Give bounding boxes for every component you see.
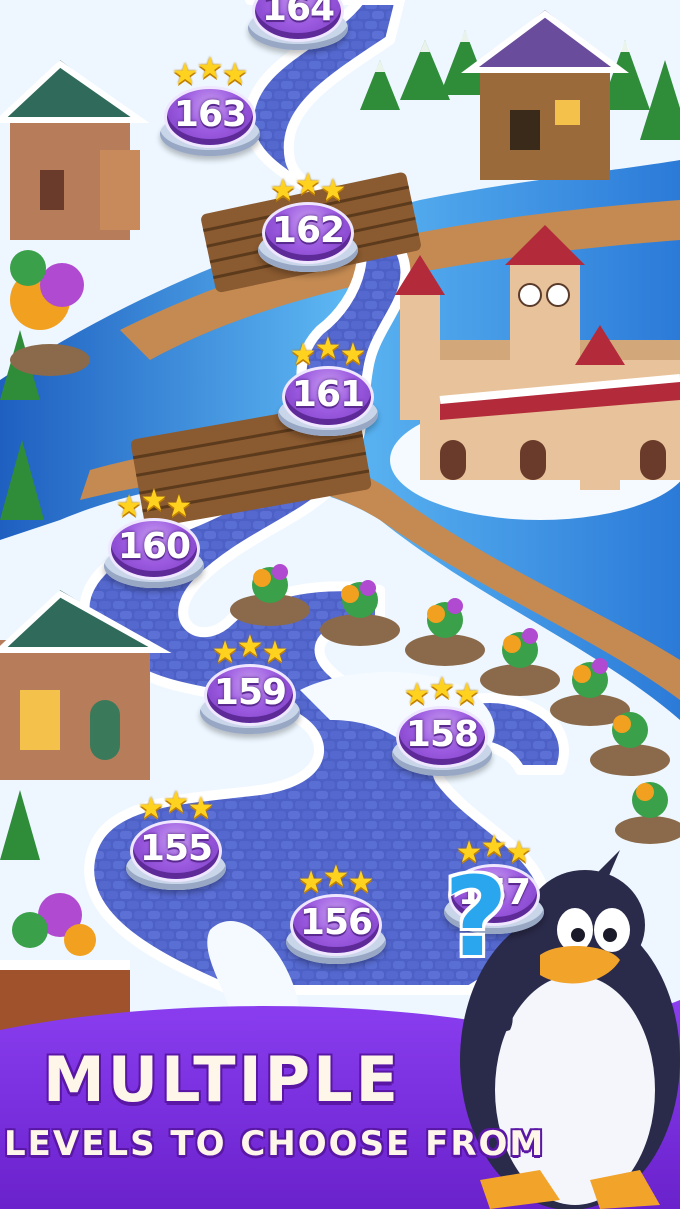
level-number: 162 bbox=[271, 210, 345, 251]
star-icon: ★ bbox=[211, 635, 239, 670]
star-icon: ★ bbox=[297, 865, 325, 900]
star-icon: ★ bbox=[294, 167, 322, 202]
level-number: 160 bbox=[117, 526, 191, 567]
level-node-158[interactable]: ★★★ 158 bbox=[392, 674, 492, 780]
star-icon: ★ bbox=[196, 51, 224, 86]
level-node-159[interactable]: ★★★ 159 bbox=[200, 632, 300, 738]
star-icon: ★ bbox=[505, 835, 533, 870]
promo-headline: MULTIPLE bbox=[43, 1043, 401, 1116]
star-icon: ★ bbox=[322, 859, 350, 894]
star-icon: ★ bbox=[187, 791, 215, 826]
star-icon: ★ bbox=[221, 57, 249, 92]
star-icon: ★ bbox=[453, 677, 481, 712]
level-node-160[interactable]: ★★★ 160 bbox=[104, 486, 204, 592]
level-number: 161 bbox=[291, 374, 365, 415]
level-node-164[interactable]: 164 bbox=[248, 0, 348, 54]
star-icon: ★ bbox=[137, 791, 165, 826]
level-number: 159 bbox=[213, 672, 287, 713]
level-number: 163 bbox=[173, 94, 247, 135]
level-node-155[interactable]: ★★★ 155 bbox=[126, 788, 226, 894]
level-node-163[interactable]: ★★★ 163 bbox=[160, 54, 260, 160]
star-icon: ★ bbox=[269, 173, 297, 208]
star-icon: ★ bbox=[319, 173, 347, 208]
star-icon: ★ bbox=[428, 671, 456, 706]
level-number: 158 bbox=[405, 714, 479, 755]
level-number: 164 bbox=[261, 0, 335, 29]
star-icon: ★ bbox=[339, 337, 367, 372]
level-node-162[interactable]: ★★★ 162 bbox=[258, 170, 358, 276]
level-node-156[interactable]: ★★★ 156 bbox=[286, 862, 386, 968]
question-mark-icon: ? bbox=[444, 853, 508, 981]
star-icon: ★ bbox=[162, 785, 190, 820]
star-icon: ★ bbox=[289, 337, 317, 372]
level-number: 155 bbox=[139, 828, 213, 869]
promo-subline: LEVELS TO CHOOSE FROM bbox=[4, 1124, 546, 1164]
level-number: 156 bbox=[299, 902, 373, 943]
star-icon: ★ bbox=[403, 677, 431, 712]
star-icon: ★ bbox=[261, 635, 289, 670]
star-icon: ★ bbox=[236, 629, 264, 664]
star-icon: ★ bbox=[314, 331, 342, 366]
star-icon: ★ bbox=[115, 489, 143, 524]
level-node-161[interactable]: ★★★ 161 bbox=[278, 334, 378, 440]
star-icon: ★ bbox=[347, 865, 375, 900]
star-icon: ★ bbox=[140, 483, 168, 518]
star-icon: ★ bbox=[165, 489, 193, 524]
star-icon: ★ bbox=[171, 57, 199, 92]
